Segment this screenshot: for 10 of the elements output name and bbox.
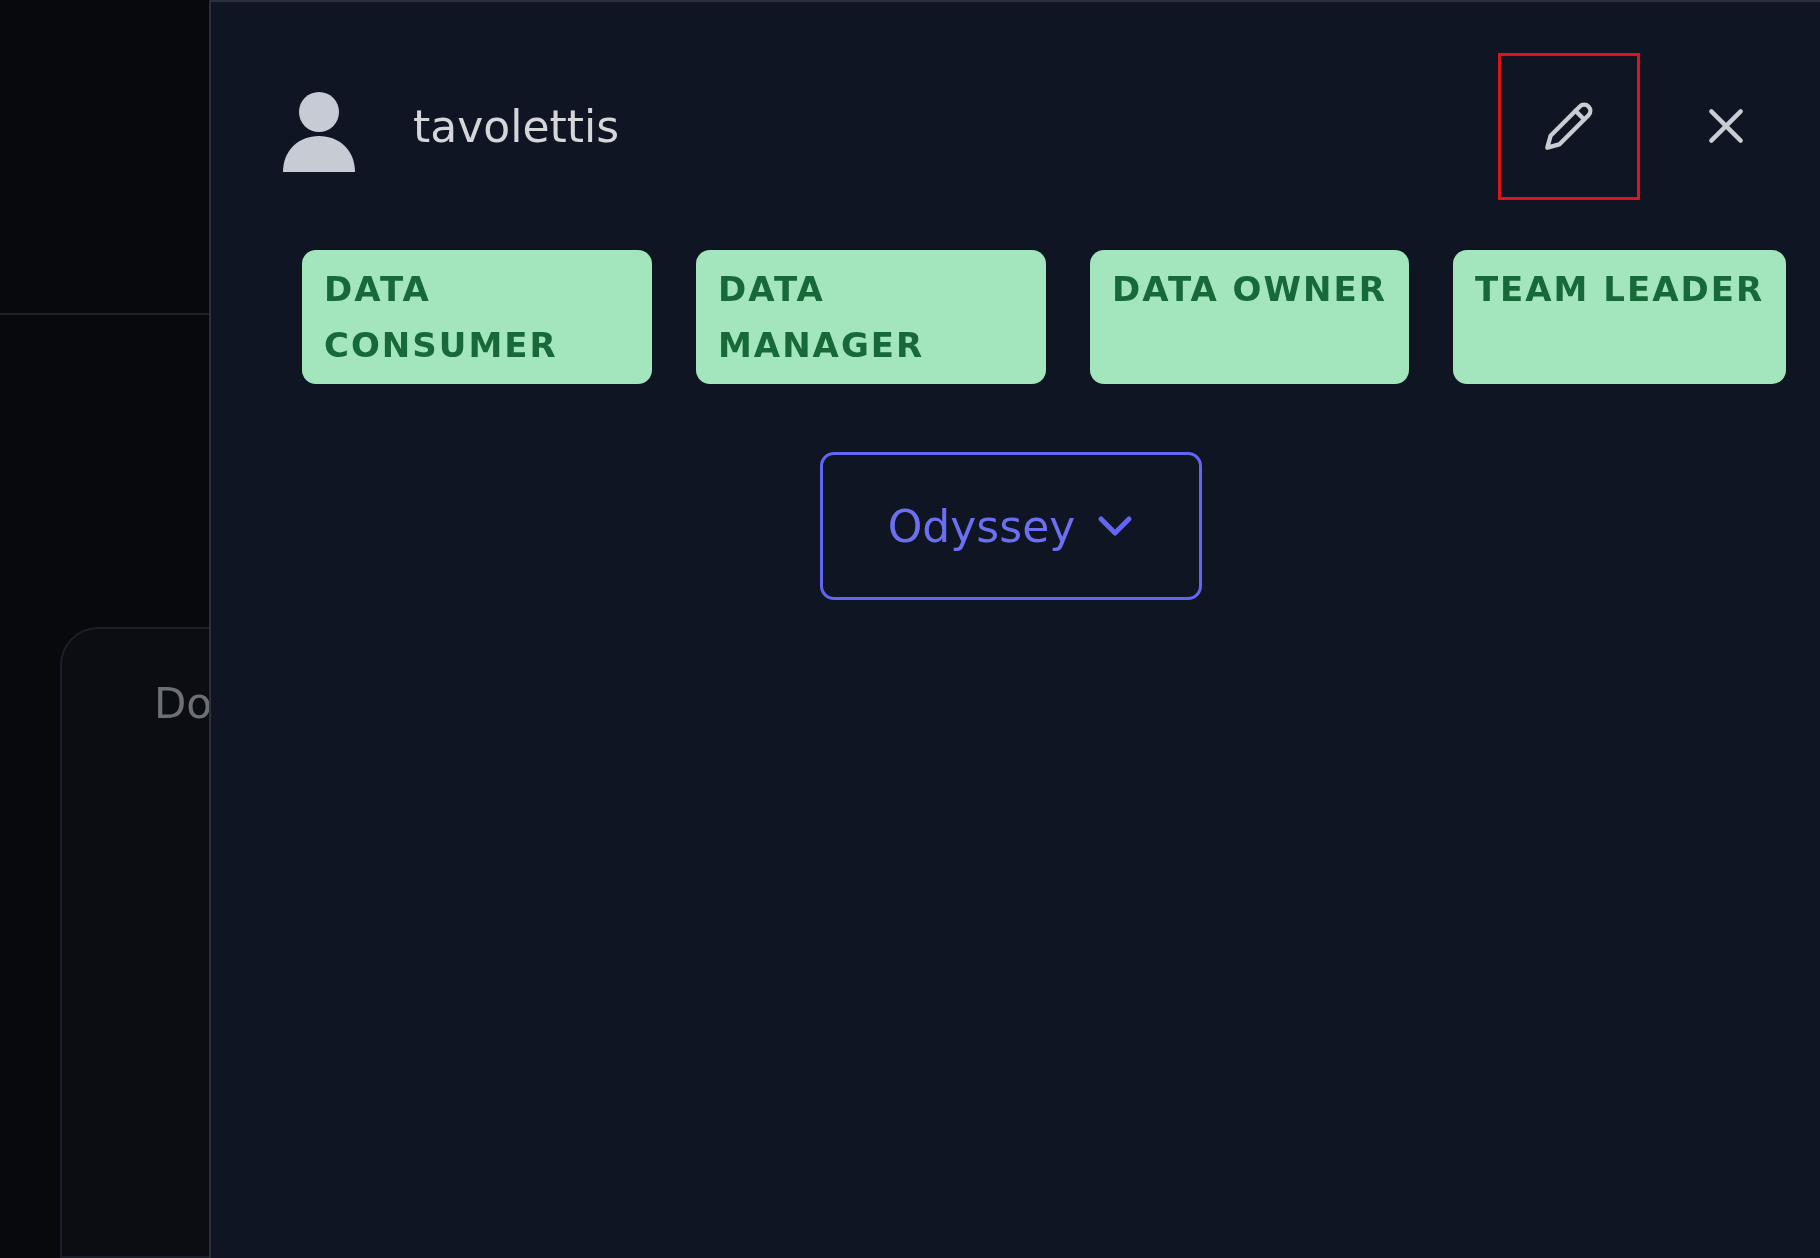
- workspace-dropdown[interactable]: Odyssey: [819, 452, 1202, 600]
- username: tavolettis: [413, 100, 621, 152]
- role-tag: DATA CONSUMER: [302, 250, 652, 384]
- role-tag: DATA OWNER: [1090, 250, 1409, 384]
- pencil-icon: [1543, 100, 1595, 152]
- chevron-down-icon: [1097, 514, 1134, 538]
- edit-button[interactable]: [1498, 52, 1640, 200]
- card-title: Do: [154, 679, 209, 728]
- role-tag: DATA MANAGER: [696, 250, 1046, 384]
- role-tag: TEAM LEADER: [1452, 250, 1787, 384]
